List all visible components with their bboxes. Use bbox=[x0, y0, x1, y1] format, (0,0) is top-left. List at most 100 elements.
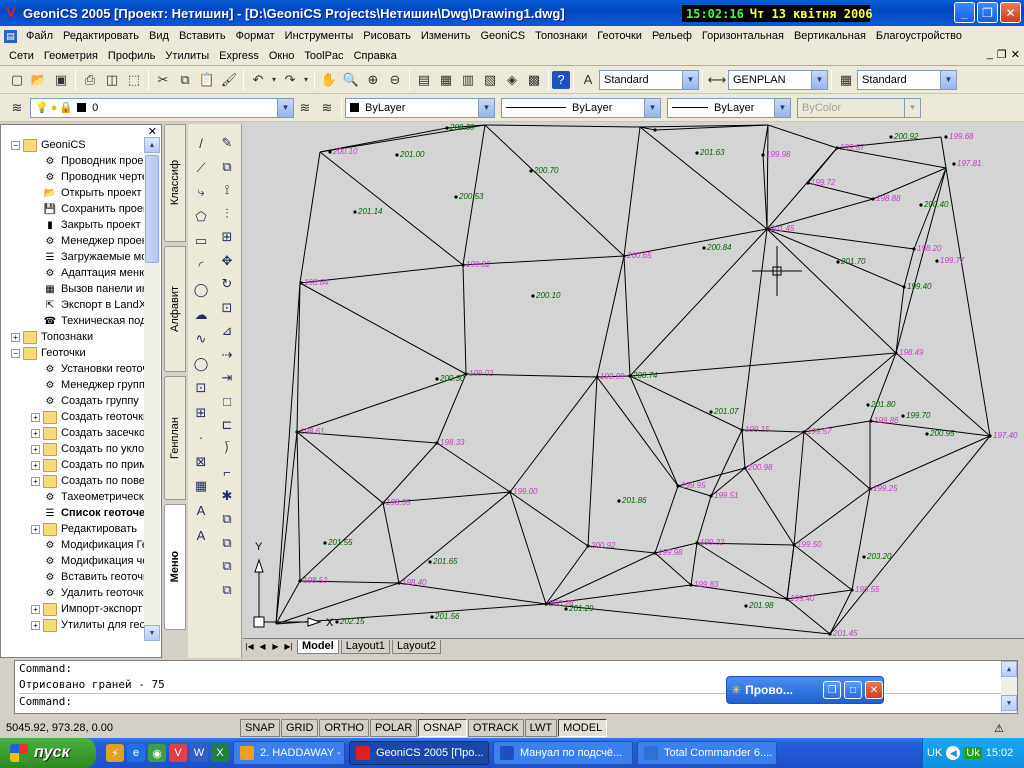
status-toggle-model[interactable]: MODEL bbox=[558, 719, 608, 737]
layer-manager-icon[interactable]: ≋ bbox=[6, 97, 28, 119]
collapse-icon[interactable]: − bbox=[11, 348, 20, 358]
status-toggle-snap[interactable]: SNAP bbox=[240, 719, 280, 737]
ie-icon[interactable]: e bbox=[127, 744, 145, 762]
tab-menu[interactable]: Меню bbox=[164, 504, 186, 630]
language-indicator[interactable]: UK bbox=[927, 747, 942, 759]
menu-item[interactable]: Редактировать bbox=[58, 30, 144, 42]
menu-item[interactable]: Вид bbox=[144, 30, 174, 42]
tree-item[interactable]: ▮ Закрыть проект bbox=[3, 217, 145, 233]
explode-icon[interactable]: ✱ bbox=[216, 485, 238, 507]
tool-palettes-icon[interactable]: ▥ bbox=[457, 69, 479, 91]
color-select[interactable]: ByLayer ▼ bbox=[345, 97, 495, 118]
prev-tab-icon[interactable]: ◀ bbox=[256, 640, 269, 653]
doc-minimize-button[interactable]: _ bbox=[987, 48, 993, 61]
cut-icon[interactable]: ✂ bbox=[152, 69, 174, 91]
design-center-icon[interactable]: ▦ bbox=[435, 69, 457, 91]
media-icon[interactable]: ◉ bbox=[148, 744, 166, 762]
dim-style-select[interactable]: GENPLAN ▼ bbox=[728, 69, 828, 90]
move-icon[interactable]: ✥ bbox=[216, 250, 238, 272]
join-icon[interactable]: ⊏ bbox=[216, 414, 238, 436]
tree-item[interactable]: ⚙ Менеджер групп bbox=[3, 377, 145, 393]
pan-icon[interactable]: ✋ bbox=[318, 69, 340, 91]
scroll-down-icon[interactable]: ▼ bbox=[1001, 695, 1017, 711]
menu-item[interactable]: Справка bbox=[349, 50, 402, 62]
menu-item[interactable]: Благоустройство bbox=[871, 30, 967, 42]
multiline-text-icon[interactable]: A bbox=[190, 500, 212, 522]
insert-block-icon[interactable]: ⊡ bbox=[190, 377, 212, 399]
tree-item[interactable]: ☰ Список геоточек bbox=[3, 505, 145, 521]
collapse-icon[interactable]: − bbox=[11, 140, 20, 150]
tab-classif[interactable]: Классиф bbox=[164, 124, 186, 242]
menu-item[interactable]: Express bbox=[214, 50, 264, 62]
extend-icon[interactable]: ⇥ bbox=[216, 367, 238, 389]
status-toggle-grid[interactable]: GRID bbox=[280, 719, 319, 737]
taskbar-button[interactable]: GeoniCS 2005 [Про... bbox=[349, 741, 489, 765]
tray-settings-icon[interactable]: ⚠ bbox=[994, 722, 1004, 735]
zoom-realtime-icon[interactable]: 🔍 bbox=[340, 69, 362, 91]
doc-restore-button[interactable]: ❐ bbox=[997, 48, 1007, 61]
sheet-set-icon[interactable]: ▧ bbox=[479, 69, 501, 91]
point-icon[interactable]: · bbox=[190, 426, 212, 448]
rotate-icon[interactable]: ↻ bbox=[216, 273, 238, 295]
menu-item[interactable]: Топознаки bbox=[530, 30, 592, 42]
restore-button[interactable]: ❐ bbox=[977, 2, 998, 23]
save-icon[interactable]: ▣ bbox=[50, 69, 72, 91]
taskbar-button[interactable]: 2. HADDAWAY - I M... bbox=[233, 741, 345, 765]
publish-icon[interactable]: ⬚ bbox=[123, 69, 145, 91]
expand-icon[interactable]: + bbox=[31, 620, 40, 630]
first-tab-icon[interactable]: |◀ bbox=[243, 640, 256, 653]
draworder-icon[interactable]: ⧉ bbox=[216, 532, 238, 554]
table-style-select[interactable]: Standard ▼ bbox=[857, 69, 957, 90]
taskbar-button[interactable]: Total Commander 6.... bbox=[637, 741, 777, 765]
menu-item[interactable]: Сети bbox=[4, 50, 39, 62]
tab-layout2[interactable]: Layout2 bbox=[391, 639, 442, 654]
tree-item[interactable]: ⚙ Удалить геоточки bbox=[3, 585, 145, 601]
draworder-icon[interactable]: ⧉ bbox=[216, 579, 238, 601]
float-maximize-button[interactable]: □ bbox=[844, 681, 862, 699]
tree-item[interactable]: − GeoniCS bbox=[3, 137, 145, 153]
draworder-icon[interactable]: ⧉ bbox=[216, 508, 238, 530]
tree-item[interactable]: ⚙ Установки геоточек bbox=[3, 361, 145, 377]
title-bar[interactable]: V GeoniCS 2005 [Проект: Нетишин] - [D:\G… bbox=[0, 0, 1024, 26]
app-icon[interactable]: V bbox=[169, 744, 187, 762]
redo-icon[interactable]: ↷ bbox=[279, 69, 301, 91]
tree-item[interactable]: ⇱ Экспорт в LandXML bbox=[3, 297, 145, 313]
menu-item[interactable]: Файл bbox=[21, 30, 58, 42]
menu-item[interactable]: Вставить bbox=[174, 30, 231, 42]
taskbar-button[interactable]: Мануал по подсчё... bbox=[493, 741, 633, 765]
tree-item[interactable]: + Импорт-экспорт bbox=[3, 601, 145, 617]
redo-dropdown-icon[interactable]: ▾ bbox=[301, 69, 311, 91]
circle-icon[interactable]: ◯ bbox=[190, 279, 212, 301]
polyline-icon[interactable]: ⤷ bbox=[190, 181, 212, 203]
status-toggle-osnap[interactable]: OSNAP bbox=[418, 719, 467, 737]
menu-item[interactable]: Вертикальная bbox=[789, 30, 871, 42]
properties-icon[interactable]: ▤ bbox=[413, 69, 435, 91]
polygon-icon[interactable]: ⬠ bbox=[190, 206, 212, 228]
expand-icon[interactable]: + bbox=[31, 412, 40, 422]
tab-genplan[interactable]: Генплан bbox=[164, 376, 186, 500]
construction-line-icon[interactable]: ⟋ bbox=[190, 157, 212, 179]
zoom-previous-icon[interactable]: ⊖ bbox=[384, 69, 406, 91]
tree-item[interactable]: + Утилиты для геоточек bbox=[3, 617, 145, 633]
tree-item[interactable]: ⚙ Модификация чертежа bbox=[3, 553, 145, 569]
scroll-down-icon[interactable]: ▼ bbox=[144, 625, 160, 641]
layer-select[interactable]: 💡 ● 🔒 0 ▼ bbox=[30, 97, 294, 118]
tree-item[interactable]: ☎ Техническая поддержка bbox=[3, 313, 145, 329]
tab-layout1[interactable]: Layout1 bbox=[340, 639, 390, 654]
text-style-select[interactable]: Standard ▼ bbox=[599, 69, 699, 90]
scroll-up-icon[interactable]: ▲ bbox=[144, 137, 160, 153]
last-tab-icon[interactable]: ▶| bbox=[282, 640, 295, 653]
menu-item[interactable]: Рельеф bbox=[647, 30, 697, 42]
zoom-window-icon[interactable]: ⊕ bbox=[362, 69, 384, 91]
linetype-select[interactable]: ByLayer ▼ bbox=[501, 97, 661, 118]
doc-close-button[interactable]: ✕ bbox=[1011, 48, 1020, 61]
undo-dropdown-icon[interactable]: ▾ bbox=[269, 69, 279, 91]
tree-item[interactable]: ⚙ Вставить геоточки bbox=[3, 569, 145, 585]
scroll-up-icon[interactable]: ▲ bbox=[1001, 661, 1017, 677]
tree-item[interactable]: + Топознаки bbox=[3, 329, 145, 345]
tree-item[interactable]: ⚙ Создать группу bbox=[3, 393, 145, 409]
tree-item[interactable]: 📂 Открыть проект bbox=[3, 185, 145, 201]
tree-item[interactable]: ☰ Загружаемые модули bbox=[3, 249, 145, 265]
mirror-icon[interactable]: ⟟ bbox=[216, 179, 238, 201]
tab-model[interactable]: Model bbox=[297, 639, 339, 654]
